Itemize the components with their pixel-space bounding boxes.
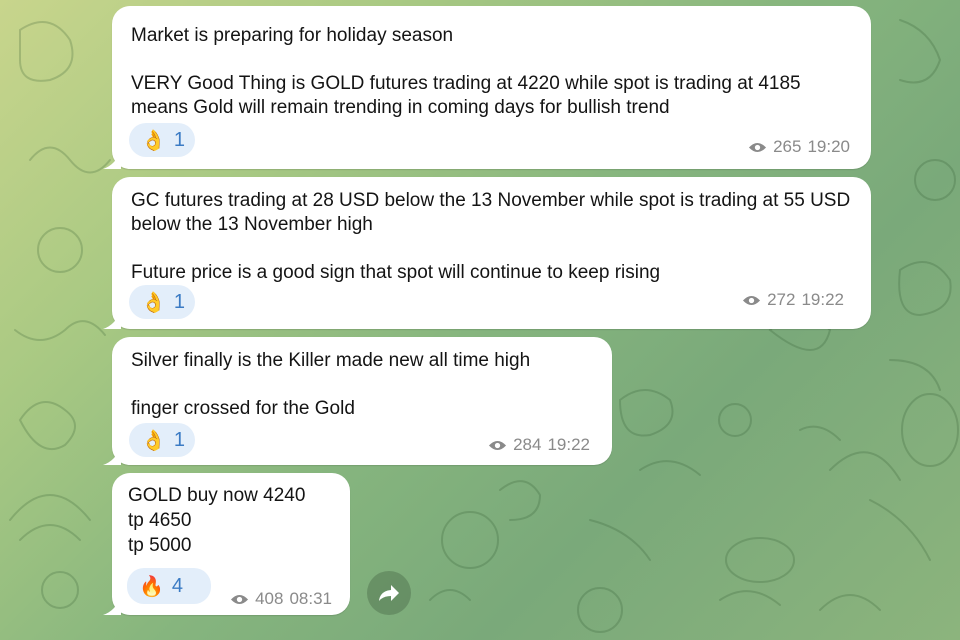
reaction-chip[interactable]: 👌 1 xyxy=(129,285,195,319)
message-bubble[interactable]: GOLD buy now 4240 tp 4650 tp 5000 🔥 4 40… xyxy=(103,473,350,615)
bubble-tail xyxy=(103,151,121,169)
view-count: 265 xyxy=(773,137,802,156)
reaction-chip[interactable]: 👌 1 xyxy=(129,423,195,457)
eye-icon xyxy=(489,440,507,450)
share-button[interactable] xyxy=(367,571,411,615)
message-bubble[interactable]: Market is preparing for holiday season V… xyxy=(103,6,871,169)
eye-icon xyxy=(743,295,761,305)
reaction-count: 1 xyxy=(173,429,186,451)
reaction-chip[interactable]: 👌 1 xyxy=(129,123,195,157)
eye-icon xyxy=(231,594,249,604)
message-bubble[interactable]: Silver finally is the Killer made new al… xyxy=(103,337,612,465)
reaction-chip[interactable]: 🔥 4 xyxy=(127,568,211,604)
message-text: GC futures trading at 28 USD below the 1… xyxy=(131,190,851,283)
eye-icon xyxy=(749,142,767,152)
message-time: 08:31 xyxy=(289,589,332,608)
message-bubble[interactable]: GC futures trading at 28 USD below the 1… xyxy=(103,177,871,329)
share-arrow-icon xyxy=(379,585,399,601)
message-meta: 272 19:22 xyxy=(742,288,844,312)
message-meta: 265 19:20 xyxy=(748,135,850,159)
bubble-tail xyxy=(103,447,121,465)
message-text: Market is preparing for holiday season V… xyxy=(131,25,801,118)
message-time: 19:20 xyxy=(807,137,850,156)
bubble-tail xyxy=(103,597,121,615)
reaction-count: 1 xyxy=(173,291,186,313)
ok-hand-emoji-icon: 👌 xyxy=(141,128,166,152)
reaction-count: 4 xyxy=(171,575,184,597)
message-meta: 284 19:22 xyxy=(488,433,590,457)
message-time: 19:22 xyxy=(547,435,590,454)
view-count: 284 xyxy=(513,435,542,454)
view-count: 408 xyxy=(255,589,284,608)
message-time: 19:22 xyxy=(801,290,844,309)
message-meta: 408 08:31 xyxy=(230,587,332,611)
view-count: 272 xyxy=(767,290,796,309)
fire-emoji-icon: 🔥 xyxy=(139,574,164,598)
bubble-tail xyxy=(103,311,121,329)
message-text: GOLD buy now 4240 tp 4650 tp 5000 xyxy=(128,485,306,556)
message-text: Silver finally is the Killer made new al… xyxy=(131,350,531,419)
ok-hand-emoji-icon: 👌 xyxy=(141,290,166,314)
ok-hand-emoji-icon: 👌 xyxy=(141,428,166,452)
reaction-count: 1 xyxy=(173,129,186,151)
